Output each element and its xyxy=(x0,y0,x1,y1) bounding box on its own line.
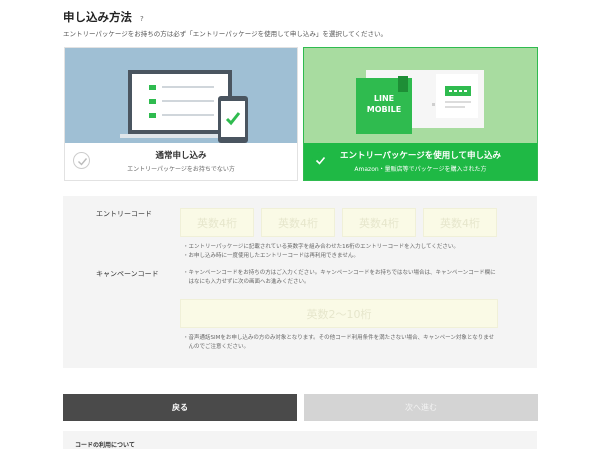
campaign-code-input[interactable]: 英数2〜10桁 xyxy=(180,299,498,328)
entry-package-illustration: LINE MOBILE xyxy=(304,48,537,144)
entry-code-label: エントリーコード xyxy=(96,210,152,218)
option-entry-package[interactable]: LINE MOBILE エントリーパッケージを使用して申し込み Amazon・量… xyxy=(303,47,538,181)
entry-code-input-4[interactable]: 英数4桁 xyxy=(423,208,497,237)
campaign-code-note: はなにも入力せずに次の画面へお進みください。 xyxy=(183,279,310,285)
option-subtitle: エントリーパッケージをお持ちでない方 xyxy=(127,166,235,173)
campaign-code-note: ・キャンペーンコードをお持ちの方はご入力ください。キャンペーンコードをお持ちでは… xyxy=(183,270,496,276)
next-button[interactable]: 次へ進む xyxy=(304,394,538,421)
code-form: エントリーコード 英数4桁 英数4桁 英数4桁 英数4桁 ・エントリーパッケージ… xyxy=(63,196,537,368)
option-title: エントリーパッケージを使用して申し込み xyxy=(340,151,501,161)
option-normal-footer: 通常申し込み エントリーパッケージをお持ちでない方 xyxy=(65,143,297,180)
option-subtitle: Amazon・量販店等でパッケージを購入された方 xyxy=(354,166,487,173)
laptop-phone-illustration xyxy=(65,48,297,144)
entry-code-input-3[interactable]: 英数4桁 xyxy=(342,208,416,237)
campaign-code-label: キャンペーンコード xyxy=(96,270,159,278)
entry-code-note: ・エントリーパッケージに記載されている英数字を組み合わせた16桁のエントリーコー… xyxy=(183,244,459,250)
help-icon[interactable]: ? xyxy=(140,15,144,23)
option-title: 通常申し込み xyxy=(155,151,207,161)
entry-package-illustration-svg: LINE MOBILE xyxy=(356,70,484,134)
package-logo-line: LINE xyxy=(374,94,394,103)
campaign-code-note: んのでご注意ください。 xyxy=(183,344,250,350)
package-logo-mobile: MOBILE xyxy=(367,105,401,114)
back-button[interactable]: 戻る xyxy=(63,394,297,421)
entry-code-note: ・お申し込み時に一度使用したエントリーコードは再利用できません。 xyxy=(183,253,359,259)
page-title: 申し込み方法 xyxy=(63,10,132,24)
option-entry-footer: エントリーパッケージを使用して申し込み Amazon・量販店等でパッケージを購入… xyxy=(304,143,537,180)
page-header: 申し込み方法 ? xyxy=(63,9,144,25)
entry-code-input-2[interactable]: 英数4桁 xyxy=(261,208,335,237)
option-normal-application[interactable]: 通常申し込み エントリーパッケージをお持ちでない方 xyxy=(64,47,298,181)
code-usage-heading: コードの利用について xyxy=(75,442,135,449)
entry-code-input-1[interactable]: 英数4桁 xyxy=(180,208,254,237)
code-usage-section: コードの利用について xyxy=(63,431,537,449)
laptop-phone-illustration-svg xyxy=(120,70,248,143)
campaign-code-note: ・音声通話SIMをお申し込みの方のみ対象となります。その他コード利用条件を満たさ… xyxy=(183,335,495,341)
page-subtitle: エントリーパッケージをお持ちの方は必ず「エントリーパッケージを使用して申し込み」… xyxy=(63,30,388,38)
